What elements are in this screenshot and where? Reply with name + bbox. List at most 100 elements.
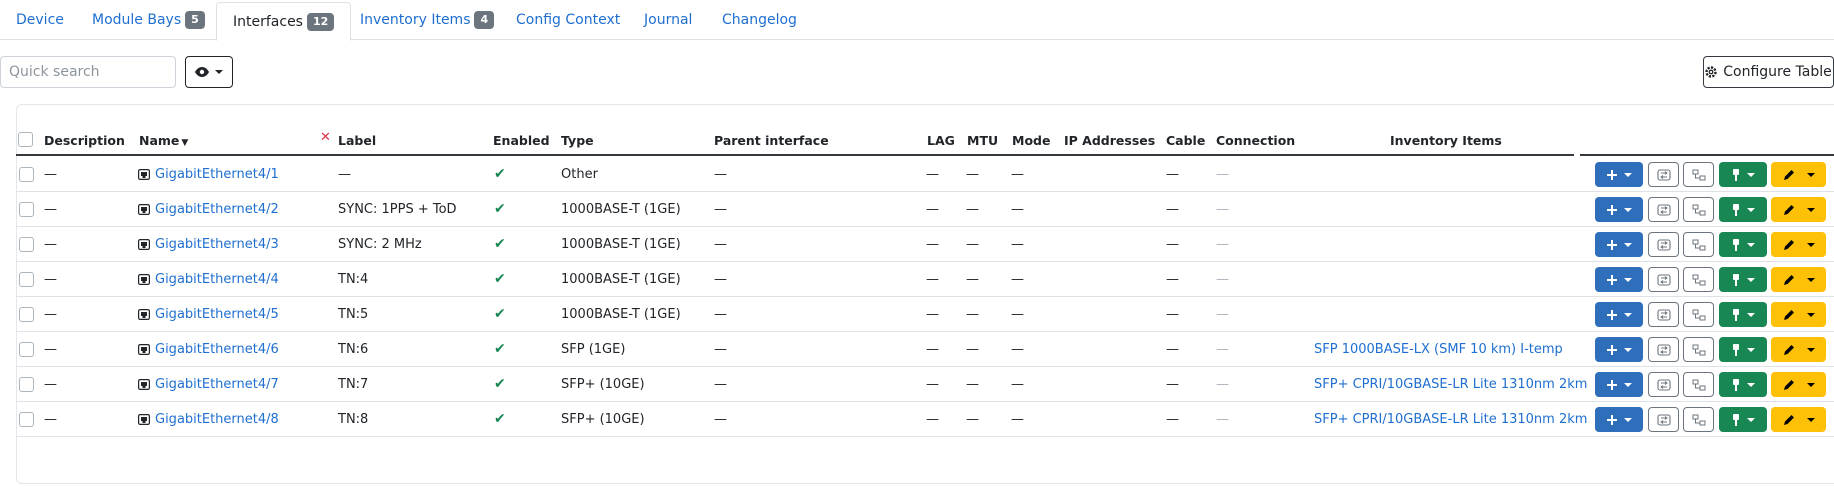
cable-button[interactable] [1719,197,1767,222]
cable-button[interactable] [1719,162,1767,187]
interface-link[interactable]: GigabitEthernet4/7 [155,377,279,392]
header-mtu[interactable]: MTU [967,133,998,148]
header-cable[interactable]: Cable [1166,133,1205,148]
cell-name[interactable]: GigabitEthernet4/6 [138,332,279,366]
trace-button[interactable] [1648,407,1679,432]
cell-connection: — [1216,411,1229,427]
add-button[interactable] [1595,197,1643,222]
trace-button[interactable] [1648,302,1679,327]
connection-icon [1692,414,1705,425]
edit-button[interactable] [1771,337,1826,362]
trace-button[interactable] [1648,267,1679,292]
quick-search-input[interactable] [0,56,176,88]
inventory-item-link[interactable]: SFP 1000BASE-LX (SMF 10 km) I-temp [1314,332,1563,366]
header-description[interactable]: Description [44,133,125,148]
pencil-icon [1783,379,1794,390]
header-parent[interactable]: Parent interface [714,133,829,148]
add-button[interactable] [1595,302,1643,327]
edit-button[interactable] [1771,267,1826,292]
interface-link[interactable]: GigabitEthernet4/8 [155,412,279,427]
interface-link[interactable]: GigabitEthernet4/6 [155,342,279,357]
row-checkbox[interactable] [19,411,34,427]
inventory-item-link[interactable]: SFP+ CPRI/10GBASE-LR Lite 1310nm 2km [1314,367,1587,401]
cell-name[interactable]: GigabitEthernet4/4 [138,262,279,296]
row-checkbox[interactable] [19,376,34,392]
cable-button[interactable] [1719,337,1767,362]
cell-description: — [44,341,57,357]
cable-button[interactable] [1719,232,1767,257]
cell-name[interactable]: GigabitEthernet4/8 [138,402,279,436]
add-button[interactable] [1595,337,1643,362]
tab-inventory-items[interactable]: Inventory Items 4 [360,0,495,40]
header-mode[interactable]: Mode [1012,133,1050,148]
cable-button[interactable] [1719,372,1767,397]
row-checkbox[interactable] [19,236,34,252]
edit-button[interactable] [1771,197,1826,222]
trace-button[interactable] [1648,372,1679,397]
trace-button[interactable] [1648,232,1679,257]
interface-link[interactable]: GigabitEthernet4/4 [155,272,279,287]
header-ip-addresses[interactable]: IP Addresses [1064,133,1155,148]
connect-button[interactable] [1683,337,1714,362]
row-checkbox[interactable] [19,166,34,182]
column-visibility-button[interactable] [185,56,233,88]
enabled-check-icon: ✔ [494,306,506,322]
header-name[interactable]: Name ▼ [139,133,188,148]
clear-sort-icon[interactable]: ✕ [320,130,331,145]
inventory-item-link[interactable]: SFP+ CPRI/10GBASE-LR Lite 1310nm 2km [1314,402,1587,436]
edit-button[interactable] [1771,232,1826,257]
cable-button[interactable] [1719,302,1767,327]
trace-button[interactable] [1648,197,1679,222]
trace-icon [1656,273,1671,286]
row-checkbox[interactable] [19,201,34,217]
connect-button[interactable] [1683,267,1714,292]
cable-button[interactable] [1719,407,1767,432]
add-button[interactable] [1595,372,1643,397]
cell-name[interactable]: GigabitEthernet4/5 [138,297,279,331]
configure-table-button[interactable]: Configure Table [1703,56,1834,88]
tab-changelog[interactable]: Changelog [722,0,797,40]
add-button[interactable] [1595,407,1643,432]
trace-button[interactable] [1648,337,1679,362]
edit-button[interactable] [1771,162,1826,187]
connect-button[interactable] [1683,302,1714,327]
edit-button[interactable] [1771,407,1826,432]
tab-module-bays[interactable]: Module Bays 5 [92,0,205,40]
row-checkbox[interactable] [19,341,34,357]
connect-button[interactable] [1683,197,1714,222]
header-inventory-items[interactable]: Inventory Items [1390,133,1502,148]
interface-link[interactable]: GigabitEthernet4/3 [155,237,279,252]
row-checkbox[interactable] [19,271,34,287]
cell-name[interactable]: GigabitEthernet4/1 [138,157,279,191]
header-type[interactable]: Type [561,133,594,148]
interface-icon [138,203,150,215]
add-button[interactable] [1595,162,1643,187]
row-checkbox[interactable] [19,306,34,322]
interface-link[interactable]: GigabitEthernet4/1 [155,167,279,182]
add-button[interactable] [1595,267,1643,292]
connect-button[interactable] [1683,232,1714,257]
header-enabled[interactable]: Enabled [493,133,550,148]
tab-device[interactable]: Device [16,0,64,40]
connect-button[interactable] [1683,372,1714,397]
cable-button[interactable] [1719,267,1767,292]
edit-button[interactable] [1771,302,1826,327]
select-all-checkbox[interactable] [18,132,33,147]
header-lag[interactable]: LAG [927,133,955,148]
cell-name[interactable]: GigabitEthernet4/2 [138,192,279,226]
tab-config-context[interactable]: Config Context [516,0,620,40]
interface-link[interactable]: GigabitEthernet4/5 [155,307,279,322]
cell-name[interactable]: GigabitEthernet4/3 [138,227,279,261]
header-label[interactable]: Label [338,133,376,148]
chevron-down-icon [1623,172,1632,177]
interface-link[interactable]: GigabitEthernet4/2 [155,202,279,217]
add-button[interactable] [1595,232,1643,257]
connect-button[interactable] [1683,162,1714,187]
tab-interfaces[interactable]: Interfaces 12 [216,2,352,41]
cell-name[interactable]: GigabitEthernet4/7 [138,367,279,401]
edit-button[interactable] [1771,372,1826,397]
tab-journal[interactable]: Journal [644,0,692,40]
trace-button[interactable] [1648,162,1679,187]
header-connection[interactable]: Connection [1216,133,1295,148]
connect-button[interactable] [1683,407,1714,432]
